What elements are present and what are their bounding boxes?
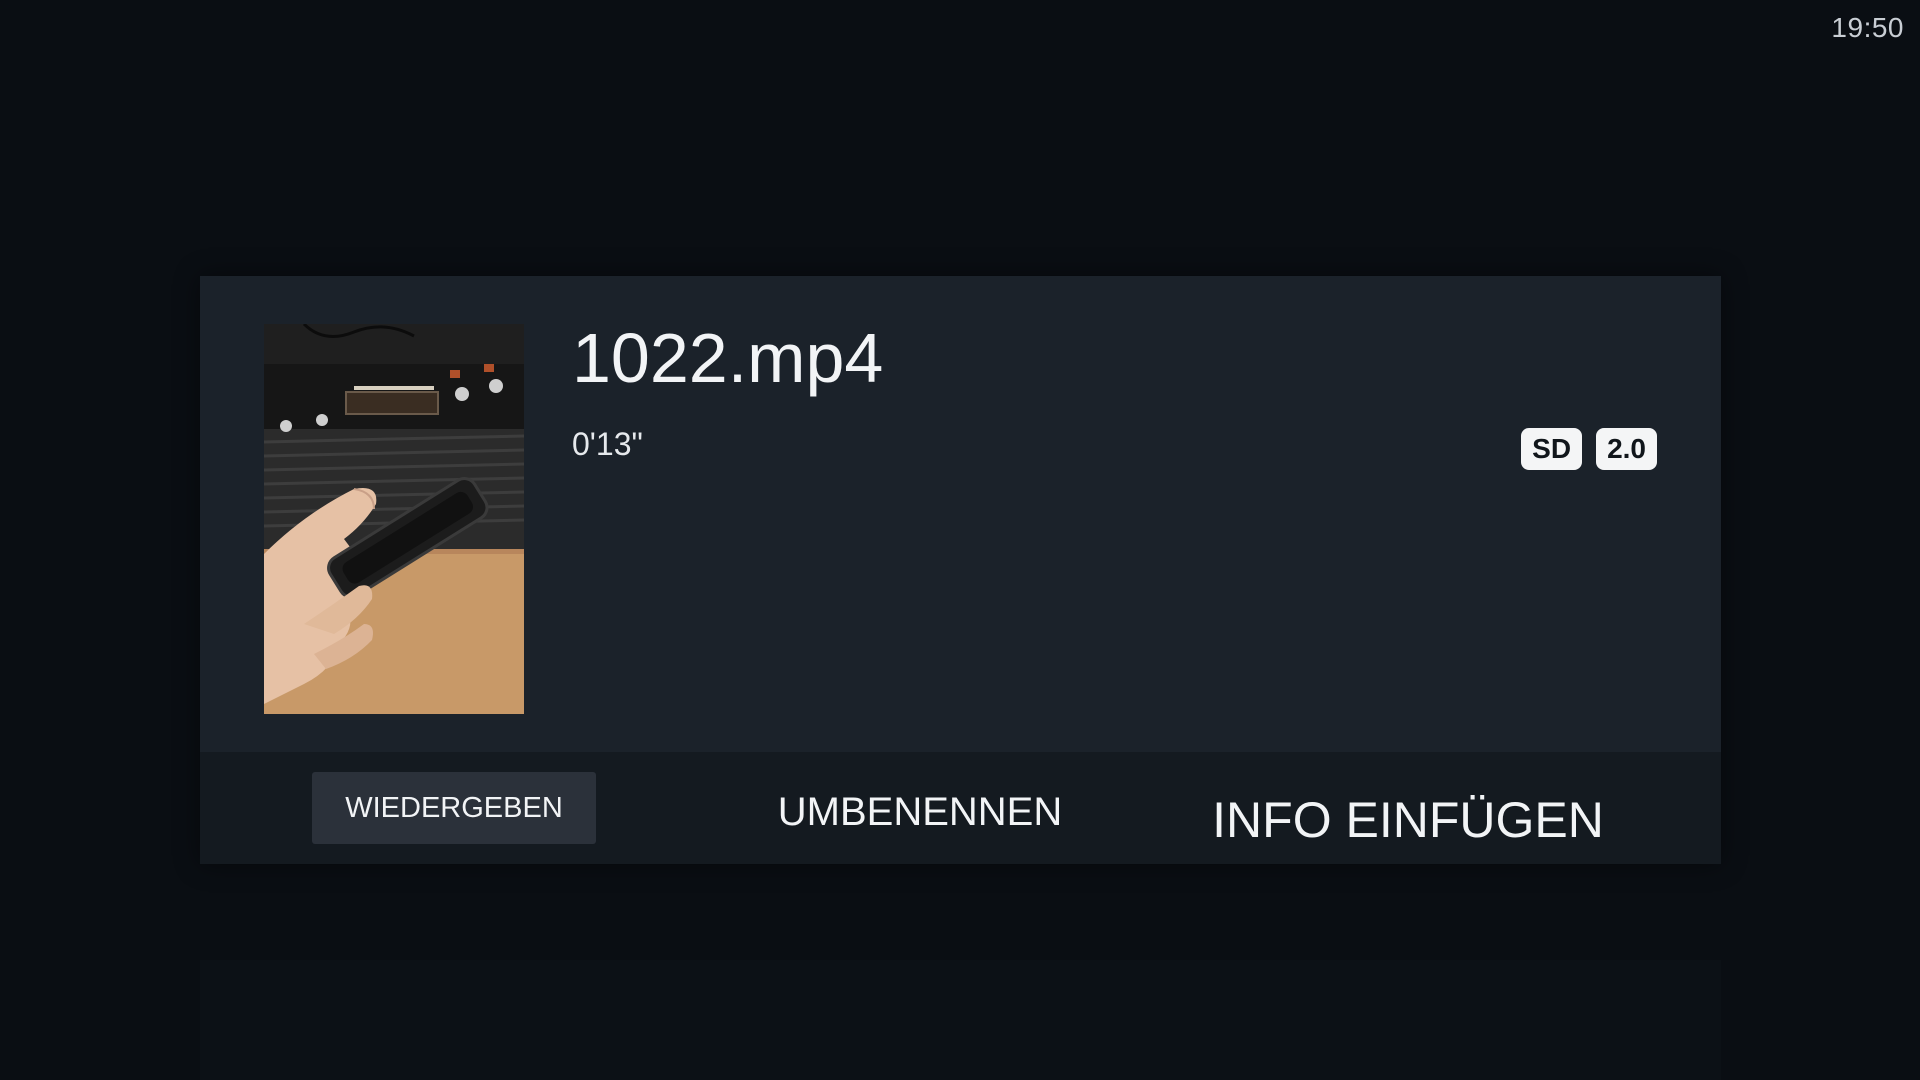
video-thumbnail <box>264 324 524 714</box>
dialog-body: 1022.mp4 0'13" SD 2.0 <box>200 276 1721 752</box>
media-title: 1022.mp4 <box>572 319 884 397</box>
background-panel <box>200 960 1721 1080</box>
rename-button[interactable]: UMBENENNEN <box>760 776 1080 848</box>
play-button[interactable]: WIEDERGEBEN <box>312 772 596 844</box>
media-details-dialog: 1022.mp4 0'13" SD 2.0 WIEDERGEBEN UMBENE… <box>200 276 1721 864</box>
clock: 19:50 <box>1831 12 1904 43</box>
video-thumbnail-image <box>264 324 524 714</box>
resolution-badge: SD <box>1521 428 1583 470</box>
add-info-button[interactable]: INFO EINFÜGEN <box>1208 784 1608 856</box>
media-badges: SD 2.0 <box>1521 428 1657 470</box>
media-duration: 0'13" <box>572 426 643 462</box>
audio-channels-badge: 2.0 <box>1596 428 1657 470</box>
action-bar: WIEDERGEBEN UMBENENNEN INFO EINFÜGEN <box>200 752 1721 864</box>
